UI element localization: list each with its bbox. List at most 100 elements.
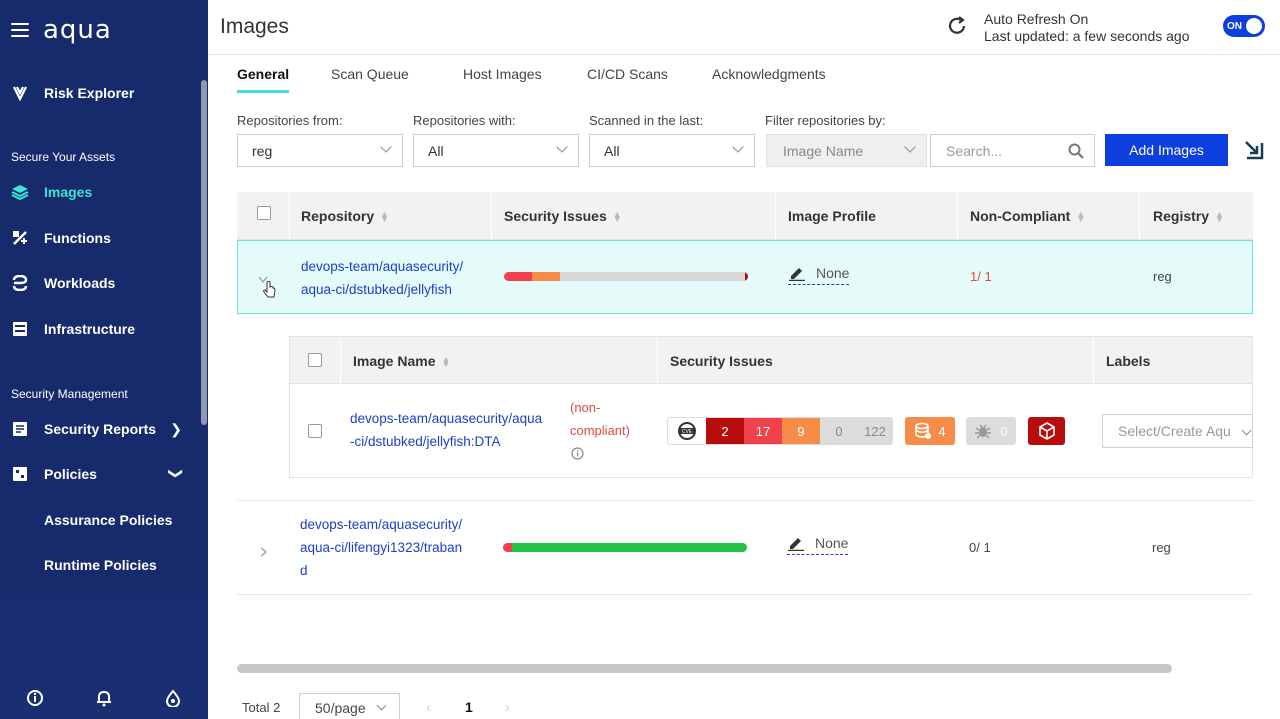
chevron-right-icon: ❯ xyxy=(170,421,182,437)
repos-with-select[interactable]: All xyxy=(413,134,579,167)
inner-select-all-checkbox[interactable] xyxy=(308,353,322,367)
cve-severity-summary[interactable]: CVE 2 17 9 0 122 xyxy=(667,417,893,445)
sidebar: aqua Risk Explorer Secure Your Assets Im… xyxy=(0,0,208,719)
col-non-compliant[interactable]: Non-Compliant ▲ ▼ xyxy=(970,208,1085,224)
tab-general[interactable]: General xyxy=(237,66,290,93)
prev-page-icon[interactable]: ‹ xyxy=(426,699,431,715)
sidebar-subitem-runtime-policies[interactable]: Runtime Policies xyxy=(44,557,157,573)
info-icon[interactable] xyxy=(571,447,584,463)
infrastructure-icon xyxy=(11,320,29,338)
current-page[interactable]: 1 xyxy=(465,699,473,715)
col-image-profile: Image Profile xyxy=(788,208,876,224)
bug-icon xyxy=(975,424,992,439)
sort-icon[interactable]: ▲ ▼ xyxy=(380,210,389,224)
tab-acknowledgments[interactable]: Acknowledgments xyxy=(712,66,826,82)
sidebar-subitem-assurance-policies[interactable]: Assurance Policies xyxy=(44,512,172,528)
non-compliant-status: (non- compliant) xyxy=(570,400,630,438)
horizontal-scrollbar[interactable] xyxy=(237,664,1172,673)
col-inner-security-issues: Security Issues xyxy=(670,353,773,369)
search-icon[interactable] xyxy=(1068,143,1084,162)
sidebar-item-infrastructure[interactable]: Infrastructure xyxy=(0,309,200,349)
image-profile[interactable]: None xyxy=(788,265,850,285)
bell-icon[interactable] xyxy=(95,689,113,710)
image-profile[interactable]: None xyxy=(787,535,849,555)
drop-icon[interactable] xyxy=(164,688,182,710)
layers-icon xyxy=(11,183,29,201)
sort-icon[interactable]: ▲ ▼ xyxy=(441,355,450,369)
section-security-management: Security Management xyxy=(11,387,128,401)
medium-count: 9 xyxy=(782,418,820,444)
sidebar-scrollbar[interactable] xyxy=(201,80,207,425)
sidebar-item-risk-explorer[interactable]: Risk Explorer xyxy=(0,73,200,113)
sidebar-item-workloads[interactable]: Workloads xyxy=(0,263,200,303)
info-icon[interactable] xyxy=(26,689,44,710)
risk-explorer-icon xyxy=(11,84,29,102)
table-row[interactable]: devops-team/aquasecurity/ aqua-ci/lifeng… xyxy=(237,500,1253,595)
inner-table-header: Image Name ▲ ▼ Security Issues Labels xyxy=(289,336,1253,385)
auto-refresh-toggle[interactable]: ON xyxy=(1223,15,1265,37)
page-title: Images xyxy=(220,15,289,38)
next-page-icon[interactable]: › xyxy=(505,699,510,715)
repos-from-select[interactable]: reg xyxy=(237,134,403,167)
search-input[interactable] xyxy=(946,142,1061,159)
vulnerability-badge[interactable]: 0 xyxy=(966,417,1016,445)
col-security-issues[interactable]: Security Issues ▲ ▼ xyxy=(504,208,622,224)
functions-icon xyxy=(11,229,29,247)
chevron-down-icon xyxy=(904,141,916,153)
filter-by-select[interactable]: Image Name xyxy=(766,134,927,167)
page-size-select[interactable]: 50/page xyxy=(299,693,400,719)
database-icon xyxy=(915,422,932,439)
chevron-down-icon: ❯ xyxy=(168,467,185,480)
cube-icon xyxy=(1038,422,1055,440)
add-images-button[interactable]: Add Images xyxy=(1105,134,1228,166)
registry-value: reg xyxy=(1152,540,1171,555)
cube-badge[interactable] xyxy=(1028,417,1065,445)
section-secure-assets: Secure Your Assets xyxy=(11,150,116,164)
sort-icon[interactable]: ▲ ▼ xyxy=(1215,210,1224,224)
non-compliant-count: 0/ 1 xyxy=(969,540,991,555)
toggle-knob xyxy=(1246,18,1262,34)
edit-icon xyxy=(788,538,804,551)
image-name-link[interactable]: devops-team/aquasecurity/aqua -ci/dstubk… xyxy=(350,407,542,453)
repos-with-label: Repositories with: xyxy=(413,113,516,128)
search-field[interactable] xyxy=(930,134,1095,167)
aqua-logo: aqua xyxy=(43,15,112,45)
chevron-down-icon xyxy=(732,141,744,153)
table-row[interactable]: devops-team/aquasecurity/ aqua-ci/dstubk… xyxy=(237,240,1253,314)
malware-badge[interactable]: 4 xyxy=(905,417,955,445)
total-count: Total 2 xyxy=(242,700,281,715)
col-image-name[interactable]: Image Name ▲ ▼ xyxy=(353,353,450,369)
repository-link[interactable]: devops-team/aquasecurity/ aqua-ci/dstubk… xyxy=(301,255,463,301)
tab-scan-queue[interactable]: Scan Queue xyxy=(331,66,409,82)
filter-by-label: Filter repositories by: xyxy=(765,113,886,128)
chevron-right-icon[interactable] xyxy=(260,544,268,560)
repository-link[interactable]: devops-team/aquasecurity/ aqua-ci/lifeng… xyxy=(300,513,462,582)
labels-select[interactable]: Select/Create Aqu xyxy=(1102,414,1253,448)
col-registry[interactable]: Registry ▲ ▼ xyxy=(1153,208,1224,224)
scanned-select[interactable]: All xyxy=(589,134,755,167)
sidebar-item-images[interactable]: Images xyxy=(0,172,200,212)
low-count: 0 xyxy=(820,418,858,444)
refresh-icon[interactable] xyxy=(946,15,970,39)
col-labels: Labels xyxy=(1106,353,1151,369)
workloads-icon xyxy=(11,274,29,292)
row-checkbox[interactable] xyxy=(308,424,322,438)
svg-text:CVE: CVE xyxy=(682,429,693,435)
menu-icon[interactable] xyxy=(11,23,29,37)
sidebar-spacer xyxy=(0,600,208,680)
col-repository[interactable]: Repository ▲ ▼ xyxy=(301,208,389,224)
sidebar-item-security-reports[interactable]: Security Reports ❯ xyxy=(0,409,200,449)
security-issues-bar xyxy=(504,272,748,281)
edit-icon xyxy=(789,268,805,281)
select-all-checkbox[interactable] xyxy=(257,206,271,220)
sort-icon[interactable]: ▲ ▼ xyxy=(1076,210,1085,224)
tab-cicd-scans[interactable]: CI/CD Scans xyxy=(587,66,668,82)
export-icon[interactable] xyxy=(1243,139,1265,164)
tab-host-images[interactable]: Host Images xyxy=(463,66,542,82)
sidebar-item-functions[interactable]: Functions xyxy=(0,218,200,258)
sidebar-item-policies[interactable]: Policies ❯ xyxy=(0,454,200,494)
sidebar-footer xyxy=(0,679,208,719)
report-icon xyxy=(11,420,29,438)
chevron-down-icon xyxy=(1241,425,1252,436)
sort-icon[interactable]: ▲ ▼ xyxy=(613,210,622,224)
